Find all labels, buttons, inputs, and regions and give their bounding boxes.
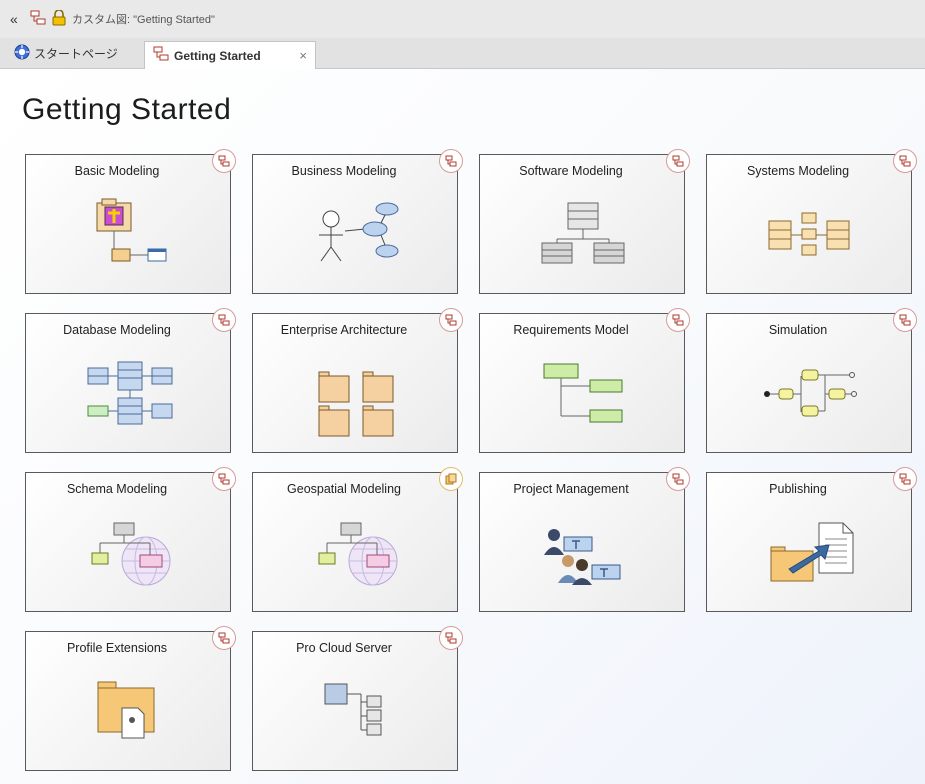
tile-requirements-model[interactable]: Requirements Model [479,308,690,453]
page-title: Getting Started [22,93,232,126]
tile-pro-cloud-server[interactable]: Pro Cloud Server [252,626,463,771]
basic-modeling-icon [96,198,167,262]
diagram-icon [153,46,169,65]
tile-software-modeling[interactable]: Software Modeling [479,149,690,294]
block-diagram-icon [768,212,850,256]
use-case-icon [319,202,399,262]
publish-document-icon [770,522,854,582]
tab-getting-started[interactable]: Getting Started × [144,41,316,69]
project-team-icon [544,529,621,585]
package-folders-icon [318,371,394,437]
tile-business-modeling[interactable]: Business Modeling [252,149,463,294]
tab-start-page[interactable]: スタートページ [6,40,144,66]
close-icon[interactable]: × [299,48,307,63]
tile-geospatial-modeling[interactable]: Geospatial Modeling [252,467,463,612]
diagram-icon [30,10,46,29]
tile-database-modeling[interactable]: Database Modeling [25,308,236,453]
tile-profile-extensions[interactable]: Profile Extensions [25,626,236,771]
database-tables-icon [87,361,173,425]
tab-label: スタートページ [34,46,118,61]
geospatial-globe-icon [318,522,398,586]
tile-enterprise-architecture[interactable]: Enterprise Architecture [252,308,463,453]
activity-flow-icon [764,369,857,417]
tile-systems-modeling[interactable]: Systems Modeling [706,149,917,294]
tile-project-management[interactable]: Project Management [479,467,690,612]
tile-simulation[interactable]: Simulation [706,308,917,453]
title-bar: « カスタム図: "Getting Started" [0,0,925,39]
tab-bar: スタートページ Getting Started × [0,38,925,69]
collapse-icon[interactable]: « [10,11,24,27]
tab-label: Getting Started [174,48,261,63]
window-title: カスタム図: "Getting Started" [72,14,215,26]
cloud-server-icon [324,683,382,736]
start-page-icon [14,44,30,63]
tile-schema-modeling[interactable]: Schema Modeling [25,467,236,612]
profile-package-icon [97,681,155,739]
schema-globe-icon [91,522,171,586]
tile-basic-modeling[interactable]: Basic Modeling [25,149,236,294]
requirements-tree-icon [543,363,623,423]
lock-icon [52,8,66,29]
tile-publishing[interactable]: Publishing [706,467,917,612]
class-hierarchy-icon [541,202,625,264]
